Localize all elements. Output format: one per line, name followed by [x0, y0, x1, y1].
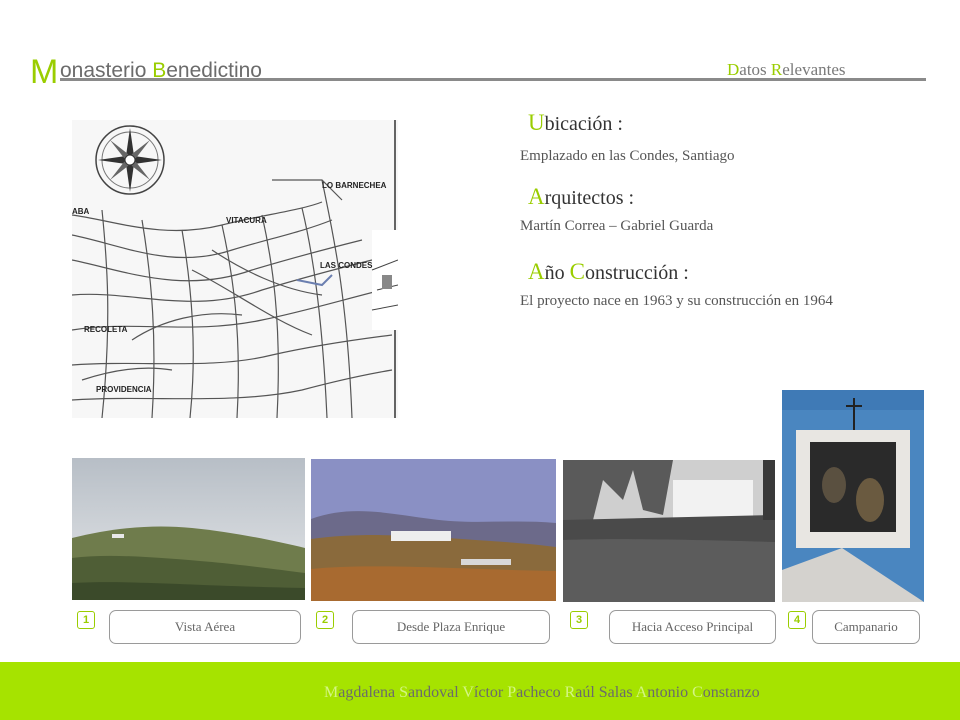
photo-acceso-principal: [563, 460, 775, 602]
map-label: VITACURA: [226, 216, 267, 225]
title-initial: M: [30, 53, 59, 91]
heading-part: A: [528, 259, 545, 284]
section-label: Datos Relevantes: [727, 60, 846, 80]
info-arquitectos: Arquitectos : Martín Correa – Gabriel Gu…: [520, 184, 713, 235]
photo-plaza-enrique: [311, 459, 556, 601]
info-heading: Año Construcción :: [528, 259, 833, 285]
street-map-image: LO BARNECHEA VITACURA LAS CONDES RECOLET…: [72, 120, 398, 418]
map-label: PROVIDENCIA: [96, 385, 152, 394]
author-part: ntonio: [647, 684, 693, 701]
photo-caption: Campanario: [812, 610, 920, 644]
author-part: andoval: [408, 684, 463, 701]
section-part: atos: [739, 60, 771, 79]
author-part: onstanzo: [702, 684, 760, 701]
info-text: El proyecto nace en 1963 y su construcci…: [520, 293, 833, 309]
map-label: LO BARNECHEA: [322, 181, 387, 190]
map-label: RECOLETA: [84, 325, 128, 334]
author-part: M: [324, 684, 339, 701]
section-part: elevantes: [782, 60, 846, 79]
author-part: P: [507, 684, 517, 701]
author-part: aúl Salas: [575, 684, 636, 701]
map-label: ABA: [72, 207, 90, 216]
photo-number: 4: [788, 611, 806, 629]
photo-campanario: [782, 390, 924, 602]
author-part: S: [399, 684, 408, 701]
author-part: A: [635, 684, 648, 701]
author-part: C: [692, 684, 703, 701]
compass-rose-icon: [95, 125, 165, 195]
info-text: Emplazado en las Condes, Santiago: [520, 148, 735, 164]
heading-part: bicación :: [544, 113, 623, 135]
location-map: LO BARNECHEA VITACURA LAS CONDES RECOLET…: [72, 120, 398, 418]
info-heading: Arquitectos :: [528, 184, 713, 210]
heading-part: ño: [544, 262, 570, 284]
photo-number: 2: [316, 611, 334, 629]
section-part: D: [727, 60, 740, 79]
photo-caption: Hacia Acceso Principal: [609, 610, 776, 644]
author-part: V: [462, 684, 474, 701]
map-label: LAS CONDES: [320, 261, 373, 270]
heading-part: C: [569, 259, 585, 284]
info-anio: Año Construcción : El proyecto nace en 1…: [520, 259, 833, 310]
author-part: R: [564, 684, 576, 701]
authors-line: Magdalena Sandoval Víctor Pacheco Raúl S…: [324, 684, 760, 702]
photo-number: 1: [77, 611, 95, 629]
sketch-image: [371, 230, 398, 330]
info-ubicacion: Ubicación : Emplazado en las Condes, San…: [520, 110, 735, 165]
photo-number: 3: [570, 611, 588, 629]
heading-part: rquitectos :: [544, 187, 635, 209]
photo-caption: Vista Aérea: [109, 610, 301, 644]
heading-part: A: [528, 184, 545, 209]
heading-part: onstrucción :: [584, 262, 689, 284]
author-part: íctor: [473, 684, 508, 701]
author-part: agdalena: [338, 684, 400, 701]
info-heading: Ubicación :: [528, 110, 735, 136]
author-part: acheco: [516, 684, 565, 701]
photo-caption: Desde Plaza Enrique: [352, 610, 550, 644]
heading-part: U: [528, 110, 545, 135]
info-text: Martín Correa – Gabriel Guarda: [520, 218, 714, 234]
section-part: R: [770, 60, 783, 79]
photo-vista-aerea: [72, 458, 305, 600]
